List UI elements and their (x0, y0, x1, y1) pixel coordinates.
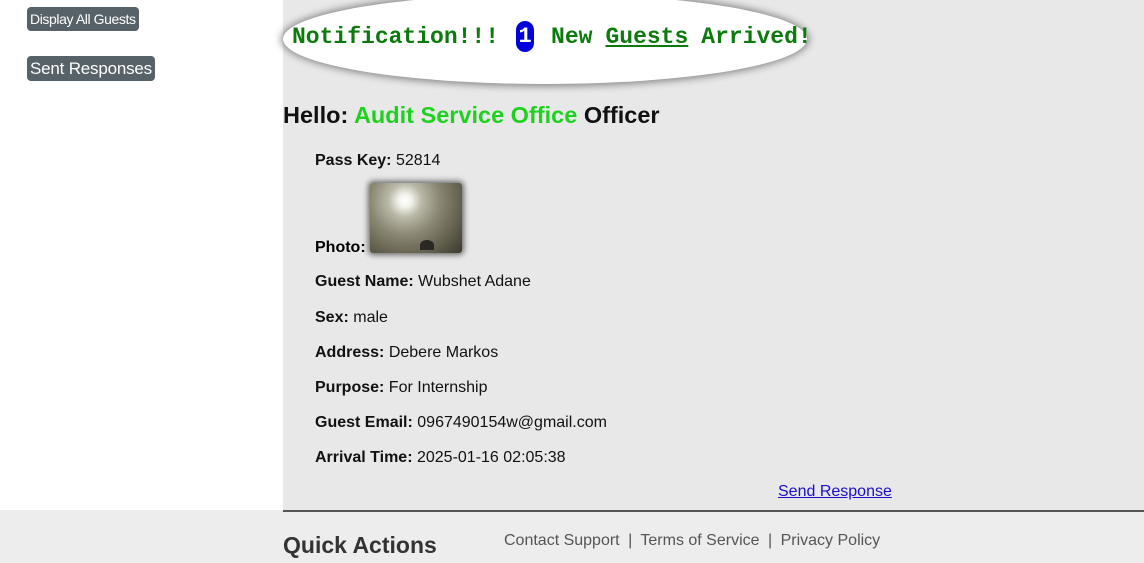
terms-of-service-link[interactable]: Terms of Service (640, 532, 759, 549)
privacy-policy-link[interactable]: Privacy Policy (781, 532, 881, 549)
notification-prefix: Notification!!! (292, 23, 500, 50)
notification-new: New (551, 23, 593, 50)
display-all-guests-button[interactable]: Display All Guests (27, 7, 139, 31)
sex-value: male (353, 309, 388, 326)
guest-email-label: Guest Email: (315, 414, 413, 431)
guest-email-row: Guest Email: 0967490154w@gmail.com (315, 414, 607, 432)
footer-divider (283, 510, 1144, 512)
guests-link[interactable]: Guests (605, 24, 688, 50)
greeting-role: Officer (583, 102, 660, 128)
address-label: Address: (315, 344, 385, 361)
guest-photo (369, 183, 462, 253)
footer-links: Contact Support | Terms of Service | Pri… (504, 532, 880, 550)
notification-banner: Notification!!! 1 New Guests Arrived! (283, 0, 812, 84)
guest-name-value: Wubshet Adane (418, 273, 531, 290)
pass-key-row: Pass Key: 52814 (315, 152, 440, 170)
guest-name-label: Guest Name: (315, 273, 414, 290)
photo-row: Photo: (315, 183, 462, 256)
purpose-row: Purpose: For Internship (315, 379, 488, 397)
contact-support-link[interactable]: Contact Support (504, 532, 620, 549)
address-value: Debere Markos (388, 344, 499, 361)
sex-label: Sex: (315, 309, 349, 326)
footer: Quick Actions Contact Support | Terms of… (0, 510, 1144, 563)
arrival-time-row: Arrival Time: 2025-01-16 02:05:38 (315, 449, 566, 467)
sidebar: Display All Guests Sent Responses (0, 0, 283, 514)
footer-separator: | (767, 532, 773, 549)
arrival-time-label: Arrival Time: (315, 449, 413, 466)
quick-actions-heading: Quick Actions (283, 532, 437, 558)
footer-separator: | (628, 532, 633, 549)
greeting-hello: Hello: (283, 102, 349, 128)
photo-label: Photo: (315, 239, 366, 256)
page: Display All Guests Sent Responses Notifi… (0, 0, 1144, 563)
notification-suffix: Arrived! (701, 23, 812, 50)
purpose-value: For Internship (388, 379, 488, 396)
guest-email-value: 0967490154w@gmail.com (417, 414, 607, 431)
send-response-link[interactable]: Send Response (778, 483, 892, 501)
address-row: Address: Debere Markos (315, 344, 498, 362)
sex-row: Sex: male (315, 309, 388, 327)
arrival-time-value: 2025-01-16 02:05:38 (416, 449, 566, 466)
greeting-heading: Hello: Audit Service Office Officer (283, 102, 660, 129)
pass-key-value: 52814 (395, 152, 441, 169)
pass-key-label: Pass Key: (315, 152, 392, 169)
notification-count-badge: 1 (516, 21, 535, 52)
greeting-office: Audit Service Office (353, 102, 578, 128)
main-content: Notification!!! 1 New Guests Arrived! He… (283, 0, 1144, 510)
sent-responses-button[interactable]: Sent Responses (27, 56, 155, 81)
guest-name-row: Guest Name: Wubshet Adane (315, 273, 531, 291)
notification-text: Notification!!! 1 New Guests Arrived! (292, 21, 812, 52)
purpose-label: Purpose: (315, 379, 385, 396)
